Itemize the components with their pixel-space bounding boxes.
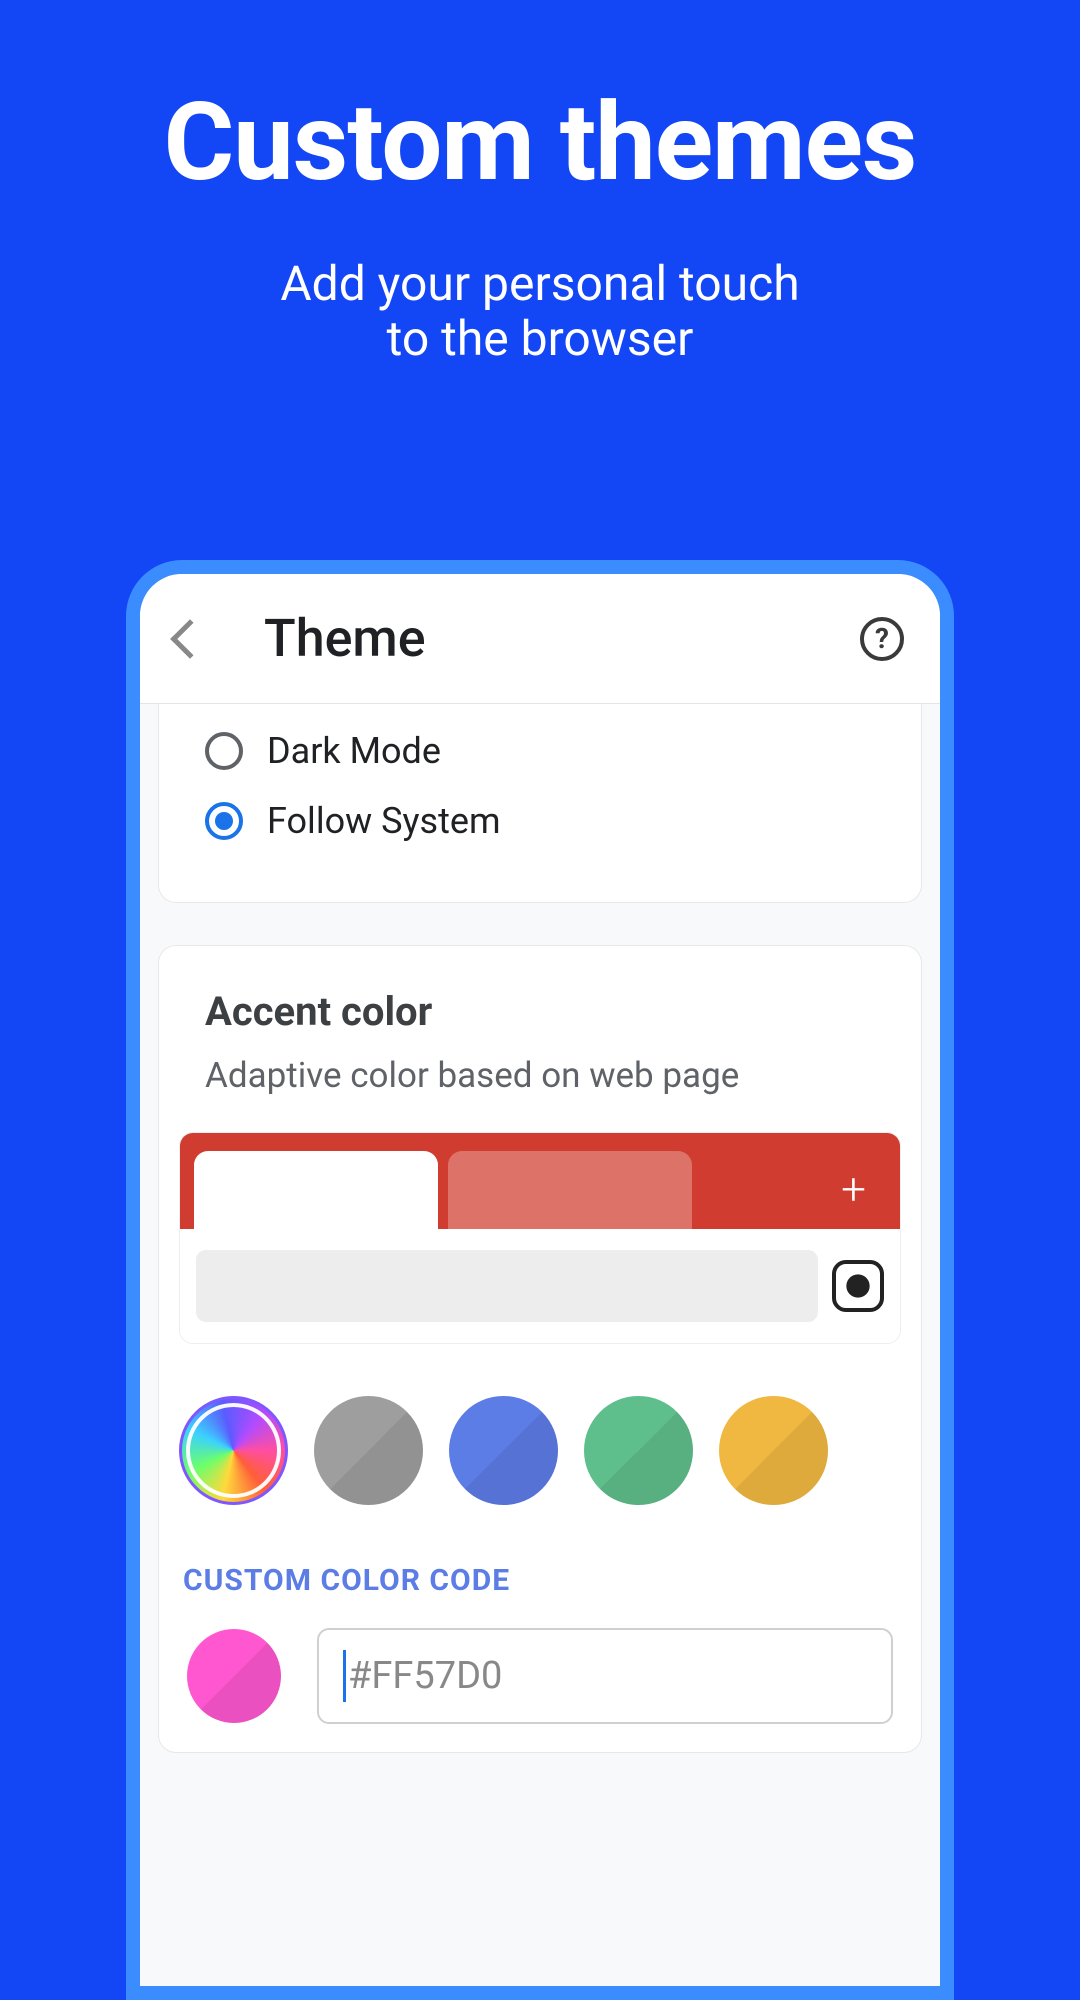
radio-label: Follow System — [267, 800, 501, 842]
custom-color-row: #FF57D0 — [159, 1628, 921, 1724]
radio-dark-mode[interactable]: Dark Mode — [159, 716, 921, 786]
custom-color-label: CUSTOM COLOR CODE — [159, 1525, 921, 1628]
promo-subtitle: Add your personal touch to the browser — [0, 256, 1080, 366]
vivaldi-logo-icon — [832, 1260, 884, 1312]
accent-card: Accent color Adaptive color based on web… — [158, 945, 922, 1753]
preview-tab-active — [194, 1151, 438, 1229]
content: Dark Mode Follow System Accent color Ada… — [140, 704, 940, 1986]
swatch-blue[interactable] — [449, 1396, 558, 1505]
promo-sub-line2: to the browser — [387, 310, 694, 367]
app-header: Theme ? — [140, 574, 940, 704]
swatch-yellow[interactable] — [719, 1396, 828, 1505]
preview-tabbar: + — [180, 1133, 900, 1229]
back-icon[interactable] — [170, 619, 210, 659]
radio-inner-dot — [215, 812, 233, 830]
radio-selected-icon — [205, 802, 243, 840]
preview-url-field — [196, 1250, 818, 1322]
accent-title: Accent color — [159, 946, 921, 1055]
radio-label: Dark Mode — [267, 730, 441, 772]
selection-ring-icon — [186, 1403, 281, 1498]
text-cursor-icon — [343, 1650, 346, 1702]
custom-swatch[interactable] — [187, 1629, 281, 1723]
mode-card: Dark Mode Follow System — [158, 704, 922, 903]
preview-urlbar — [180, 1229, 900, 1343]
radio-unselected-icon — [205, 732, 243, 770]
help-icon[interactable]: ? — [860, 617, 904, 661]
custom-color-value: #FF57D0 — [348, 1654, 502, 1698]
swatch-gray[interactable] — [314, 1396, 423, 1505]
promo-sub-line1: Add your personal touch — [280, 255, 799, 312]
custom-color-input[interactable]: #FF57D0 — [317, 1628, 893, 1724]
plus-icon: + — [841, 1163, 866, 1215]
preview-tab-inactive — [448, 1151, 692, 1229]
promo-title: Custom themes — [0, 80, 1080, 206]
swatch-green[interactable] — [584, 1396, 693, 1505]
swatch-row — [159, 1364, 921, 1525]
page-title: Theme — [264, 608, 860, 669]
swatch-rainbow[interactable] — [179, 1396, 288, 1505]
radio-follow-system[interactable]: Follow System — [159, 786, 921, 856]
accent-subtitle: Adaptive color based on web page — [159, 1055, 921, 1132]
phone-screen: Theme ? Dark Mode Follow System Accent c… — [140, 574, 940, 1986]
phone-frame: Theme ? Dark Mode Follow System Accent c… — [126, 560, 954, 2000]
theme-preview: + — [179, 1132, 901, 1344]
